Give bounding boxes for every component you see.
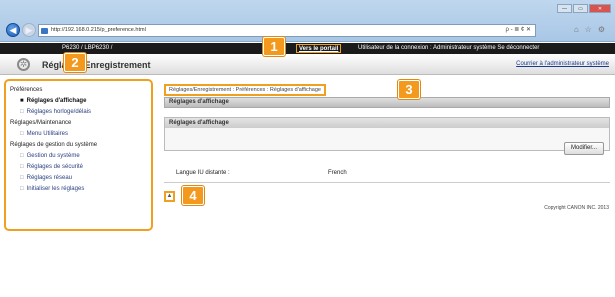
breadcrumb: Réglages/Enregistrement : Préférences : … xyxy=(164,84,326,96)
portal-link[interactable]: Vers le portail xyxy=(296,44,342,53)
back-button[interactable]: ◀ xyxy=(6,23,20,37)
sidebar-item-label: Réglages d'affichage xyxy=(26,98,87,104)
sidebar-item-clock-timer[interactable]: □ Réglages horloge/délais xyxy=(20,109,147,115)
sidebar-item-label: Réglages de sécurité xyxy=(26,164,83,170)
sidebar-item-label: Réglages réseau xyxy=(26,175,72,181)
sidebar-item-label: Réglages horloge/délais xyxy=(26,109,92,115)
back-to-top-icon[interactable]: ▲ xyxy=(164,191,175,202)
gear-icon[interactable]: ⚙ xyxy=(598,25,605,34)
copyright-text: Copyright CANON INC. 2013 xyxy=(544,205,609,211)
minimize-button[interactable]: — xyxy=(557,4,572,13)
bullet-icon: □ xyxy=(20,131,24,137)
arrow-right-icon: ▶ xyxy=(25,24,33,35)
sidebar-heading-system-management[interactable]: Réglages de gestion du système xyxy=(10,142,147,148)
sidebar-item-label: Initialiser les réglages xyxy=(26,186,85,192)
address-url: http://192.168.0.215/p_preference.html xyxy=(51,27,146,33)
sidebar-item-system-management[interactable]: □ Gestion du système xyxy=(20,153,147,159)
address-bar[interactable]: http://192.168.0.215/p_preference.html ρ… xyxy=(38,24,536,37)
device-bar: P6230 / LBP6230 / Vers le portail Utilis… xyxy=(0,43,615,54)
sidebar-heading-preferences[interactable]: Préférences xyxy=(10,87,147,93)
sidebar-item-security-settings[interactable]: □ Réglages de sécurité xyxy=(20,164,147,170)
address-tools[interactable]: ρ - ≣ ¢ ✕ xyxy=(506,25,531,36)
bullet-icon: □ xyxy=(20,164,24,170)
browser-window-frame: — ▭ ✕ ◀ ▶ http://192.168.0.215/p_prefere… xyxy=(0,0,615,42)
site-favicon-icon xyxy=(41,28,48,34)
home-icon[interactable]: ⌂ xyxy=(574,25,579,34)
sidebar-menu: Préférences ■ Réglages d'affichage □ Régla… xyxy=(4,79,153,231)
maximize-button[interactable]: ▭ xyxy=(573,4,588,13)
bullet-icon: □ xyxy=(20,153,24,159)
bullet-icon: □ xyxy=(20,186,24,192)
callout-3: 3 xyxy=(398,80,420,99)
forward-button[interactable]: ▶ xyxy=(22,23,36,37)
settings-box-title: Réglages d'affichage xyxy=(165,118,609,128)
callout-2: 2 xyxy=(64,53,86,72)
section-title: Réglages d'affichage xyxy=(164,97,610,108)
remote-ui-language-label: Langue IU distante : xyxy=(176,170,230,176)
sidebar-item-label: Gestion du système xyxy=(26,153,80,159)
arrow-left-icon: ◀ xyxy=(9,24,17,35)
remote-ui-language-value: French xyxy=(328,170,347,176)
favorites-star-icon[interactable]: ☆ xyxy=(585,25,592,34)
sidebar-heading-maintenance[interactable]: Réglages/Maintenance xyxy=(10,120,147,126)
bullet-icon: □ xyxy=(20,175,24,181)
mail-admin-link[interactable]: Courrier à l'administrateur système xyxy=(516,61,609,67)
bullet-icon: □ xyxy=(20,109,24,115)
callout-4: 4 xyxy=(182,186,204,205)
callout-1: 1 xyxy=(263,37,285,56)
divider xyxy=(164,182,610,183)
sidebar-item-utility-menu[interactable]: □ Menu Utilitaires xyxy=(20,131,147,137)
browser-toolbar-icons: ⌂ ☆ ⚙ xyxy=(574,25,605,34)
close-window-button[interactable]: ✕ xyxy=(589,4,611,13)
modify-button[interactable]: Modifier... xyxy=(563,142,604,155)
sidebar-item-network-settings[interactable]: □ Réglages réseau xyxy=(20,175,147,181)
window-controls: — ▭ ✕ xyxy=(557,4,611,13)
page-header: ✲ Réglages/Enregistrement Courrier à l'a… xyxy=(0,54,615,75)
bullet-icon: ■ xyxy=(20,98,24,104)
sidebar-item-initialize-settings[interactable]: □ Initialiser les réglages xyxy=(20,186,147,192)
settings-gear-icon: ✲ xyxy=(17,58,30,71)
main-content: Réglages d'affichage Réglages d'affichag… xyxy=(164,97,610,183)
page-title: Réglages/Enregistrement xyxy=(42,60,151,70)
sidebar-item-label: Menu Utilitaires xyxy=(26,131,68,137)
sidebar-item-display-settings[interactable]: ■ Réglages d'affichage xyxy=(20,98,147,104)
login-user-info: Utilisateur de la connexion : Administra… xyxy=(358,45,540,51)
settings-box: Réglages d'affichage xyxy=(164,117,610,151)
